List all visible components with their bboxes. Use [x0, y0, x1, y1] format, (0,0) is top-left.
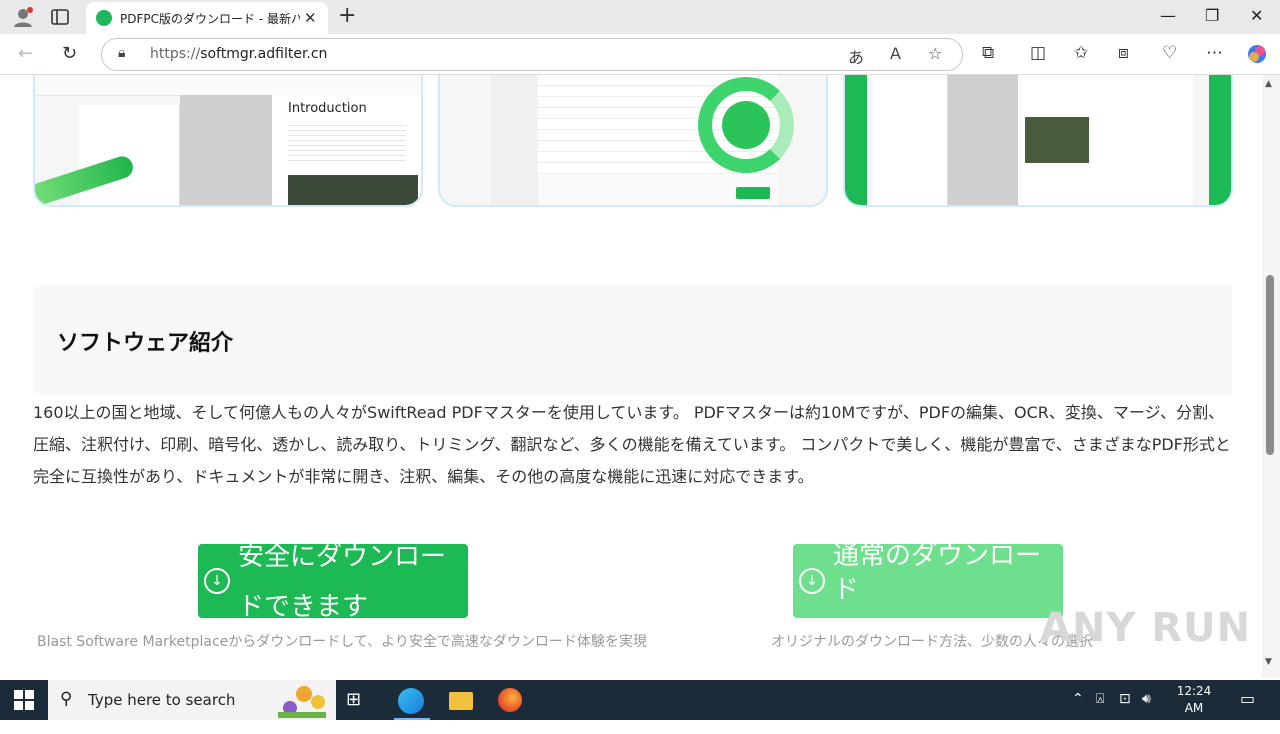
taskbar-search-box[interactable]: ⚲ Type here to search — [48, 680, 336, 720]
favorite-star-icon[interactable]: ☆ — [928, 44, 942, 63]
close-tab-icon[interactable]: ✕ — [304, 9, 317, 27]
scroll-up-icon[interactable]: ▲ — [1265, 79, 1272, 89]
navigation-bar: ← ↻ 🔒︎ https://softmgr.adfilter.cn あ A ☆… — [0, 34, 1280, 75]
site-favicon-icon — [96, 10, 112, 26]
download-icon: ↓ — [799, 568, 825, 594]
tab-active[interactable]: PDFPC版のダウンロード - 最新バージョ ✕ — [86, 2, 328, 34]
safe-download-caption: Blast Software Marketplaceからダウンロードして、より安… — [37, 634, 647, 650]
windows-start-icon[interactable] — [14, 690, 34, 710]
tab-actions-icon[interactable] — [50, 8, 70, 26]
edge-taskbar-icon[interactable] — [394, 686, 430, 720]
page-content: Introduction ソフトウェア紹介 160以上の国と地域、そして何億人も… — [0, 75, 1262, 678]
browser-essentials-icon[interactable]: ♡ — [1162, 43, 1177, 63]
collections-icon[interactable]: ⧈ — [1118, 43, 1129, 63]
firefox-icon[interactable] — [496, 686, 524, 714]
screenshot-card-2[interactable] — [438, 75, 828, 207]
profile-icon[interactable] — [12, 6, 34, 28]
more-menu-icon[interactable]: ⋯ — [1206, 43, 1223, 63]
url-text[interactable]: https://softmgr.adfilter.cn — [150, 46, 327, 62]
show-hidden-icons-icon[interactable]: ⌃ — [1072, 691, 1084, 707]
section-header: ソフトウェア紹介 — [33, 285, 1232, 395]
search-icon: ⚲ — [60, 689, 73, 709]
refresh-icon[interactable]: ↻ — [62, 43, 77, 64]
network-status-icon[interactable]: ⍓ — [1096, 691, 1104, 707]
address-bar[interactable]: 🔒︎ https://softmgr.adfilter.cn あ A ☆ — [101, 38, 963, 71]
copilot-icon[interactable] — [1246, 43, 1268, 65]
new-tab-icon[interactable]: + — [338, 3, 356, 28]
section-title: ソフトウェア紹介 — [57, 331, 234, 356]
search-highlight-flowers-icon — [278, 686, 326, 718]
minimize-icon[interactable]: — — [1160, 6, 1176, 25]
anyrun-watermark: ANY RUN — [1040, 605, 1252, 651]
screenshot-card-3[interactable] — [843, 75, 1233, 207]
safe-download-label: 安全にダウンロードできます — [238, 544, 447, 618]
network-icon[interactable]: ⊡ — [1119, 691, 1131, 707]
windows-taskbar: ⚲ Type here to search ⊞ ⌃ ⍓ ⊡ 🔊︎ 12:24 A… — [0, 680, 1280, 732]
scrollbar-thumb[interactable] — [1266, 275, 1274, 455]
page-scrollbar[interactable]: ▲ ▼ — [1262, 75, 1280, 678]
close-window-icon[interactable]: ✕ — [1250, 6, 1263, 25]
task-view-icon[interactable]: ⊞ — [346, 689, 374, 717]
scroll-down-icon[interactable]: ▼ — [1265, 657, 1272, 667]
safe-download-button[interactable]: ↓ 安全にダウンロードできます — [198, 544, 468, 618]
back-icon[interactable]: ← — [18, 43, 33, 64]
translate-icon[interactable]: あ — [848, 44, 864, 68]
normal-download-label: 通常のダウンロード — [833, 544, 1042, 605]
normal-download-button[interactable]: ↓ 通常のダウンロード — [793, 544, 1063, 618]
file-explorer-icon[interactable] — [447, 686, 475, 714]
clock-time: 12:24 AM — [1176, 684, 1212, 715]
lock-icon[interactable]: 🔒︎ — [118, 45, 125, 61]
read-aloud-icon[interactable]: A — [890, 44, 901, 63]
screenshot-card-1[interactable]: Introduction — [33, 75, 423, 207]
split-screen-icon[interactable]: ◫ — [1030, 43, 1046, 63]
browser-title-bar: PDFPC版のダウンロード - 最新バージョ ✕ + — ❐ ✕ — [0, 0, 1280, 34]
extensions-icon[interactable]: ⧉ — [982, 43, 994, 63]
volume-icon[interactable]: 🔊︎ — [1142, 691, 1151, 707]
tab-title: PDFPC版のダウンロード - 最新バージョ — [120, 12, 300, 26]
search-placeholder: Type here to search — [88, 691, 236, 709]
taskbar-clock[interactable]: 12:24 AM 7/15/2025 — [1166, 683, 1228, 734]
favorites-icon[interactable]: ✩ — [1074, 43, 1088, 63]
maximize-icon[interactable]: ❐ — [1205, 6, 1219, 25]
download-icon: ↓ — [204, 568, 230, 594]
notifications-icon[interactable]: ▭ — [1240, 689, 1255, 708]
software-description: 160以上の国と地域、そして何億人もの人々がSwiftRead PDFマスターを… — [33, 403, 1231, 486]
introduction-heading: Introduction — [288, 101, 367, 116]
